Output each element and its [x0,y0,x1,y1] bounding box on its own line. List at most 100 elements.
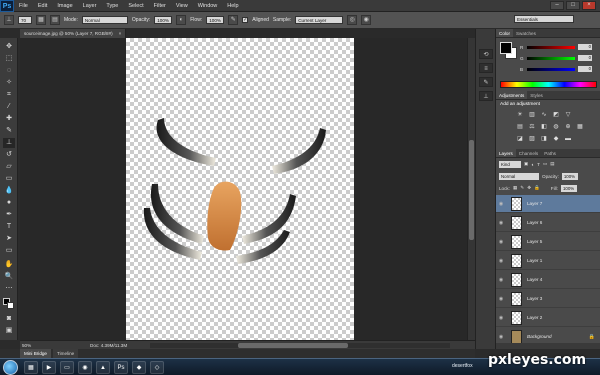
color-spectrum-bar[interactable] [500,81,597,88]
menu-select[interactable]: Select [123,0,148,12]
lock-transparent-icon[interactable]: ▦ [513,185,517,191]
vibrance-icon[interactable]: ▽ [564,111,572,119]
tab-swatches[interactable]: Swatches [513,29,539,37]
layer-filter-kind-select[interactable]: Kind [499,160,521,168]
marquee-tool-icon[interactable]: ⬚ [3,54,15,64]
zoom-level[interactable]: 50% [20,343,42,348]
tab-adjustments[interactable]: Adjustments [496,91,528,99]
visibility-eye-icon[interactable]: ◉ [496,315,506,321]
red-slider[interactable] [527,45,575,49]
visibility-eye-icon[interactable]: ◉ [496,239,506,245]
background-color-swatch[interactable] [7,302,14,309]
eyedropper-tool-icon[interactable]: ⁄ [3,102,15,112]
menu-window[interactable]: Window [193,0,223,12]
lock-position-icon[interactable]: ✥ [527,185,531,191]
layer-row-layer-6[interactable]: ◉ Layer 6 [496,214,600,232]
vertical-scrollbar[interactable] [467,38,475,344]
canvas-area[interactable] [20,38,467,344]
quick-selection-tool-icon[interactable]: ✧ [3,78,15,88]
eraser-tool-icon[interactable]: ▱ [3,162,15,172]
folder-taskbar-icon[interactable]: ▭ [60,361,74,374]
photo-filter-icon[interactable]: ◍ [552,123,560,131]
minimize-icon[interactable]: – [550,1,564,10]
layer-row-layer-7[interactable]: ◉ Layer 7 [496,195,600,213]
extra-tools-icon[interactable]: ⋯ [3,284,15,294]
flow-field[interactable]: 100% [206,16,225,24]
lock-all-icon[interactable]: 🔒 [534,185,540,191]
blend-mode-select[interactable]: Normal [499,172,539,180]
menu-view[interactable]: View [171,0,193,12]
tab-color[interactable]: Color [496,29,513,37]
visibility-eye-icon[interactable]: ◉ [496,296,506,302]
posterize-icon[interactable]: ▨ [528,135,536,143]
clone-source-panel-icon[interactable]: ▤ [50,15,60,25]
visibility-eye-icon[interactable]: ◉ [496,277,506,283]
filter-pixel-icon[interactable]: ▣ [524,161,528,167]
tab-layers[interactable]: Layers [496,149,516,157]
color-panel-foreground-swatch[interactable] [500,42,512,54]
pen-tool-icon[interactable]: ✒ [3,210,15,220]
black-white-icon[interactable]: ◧ [540,123,548,131]
filter-adjustment-icon[interactable]: ◐ [531,162,534,167]
horizontal-scroll-thumb[interactable] [238,343,348,348]
shape-tool-icon[interactable]: ▭ [3,246,15,256]
clone-stamp-tool-icon[interactable]: ⊥ [3,138,15,148]
green-value[interactable]: 0 [578,55,592,61]
levels-icon[interactable]: ▥ [528,111,536,119]
menu-help[interactable]: Help [222,0,243,12]
media-player-taskbar-icon[interactable]: ▶ [42,361,56,374]
blue-value[interactable]: 0 [578,66,592,72]
menu-layer[interactable]: Layer [78,0,102,12]
threshold-icon[interactable]: ◨ [540,135,548,143]
fill-field[interactable]: 100% [560,184,577,192]
vertical-scroll-thumb[interactable] [469,140,474,240]
curves-icon[interactable]: ∿ [540,111,548,119]
clone-source-panel-icon[interactable]: ⊥ [479,91,493,101]
history-brush-tool-icon[interactable]: ↺ [3,150,15,160]
tab-mini-bridge[interactable]: Mini Bridge [20,349,51,358]
clone-stamp-tool-preset-icon[interactable]: ⊥ [4,15,14,25]
color-balance-icon[interactable]: ⚖ [528,123,536,131]
layer-opacity-field[interactable]: 100% [561,172,578,180]
lock-image-icon[interactable]: ✎ [520,185,524,191]
zoom-tool-icon[interactable]: 🔍 [3,272,15,282]
visibility-eye-icon[interactable]: ◉ [496,258,506,264]
ignore-adjustment-layers-icon[interactable]: ◎ [347,15,358,25]
mode-select[interactable]: Normal [81,16,128,24]
gradient-map-icon[interactable]: ▬ [564,135,572,143]
blue-slider[interactable] [527,67,575,71]
layer-row-layer-2[interactable]: ◉ Layer 2 [496,309,600,327]
close-tab-icon[interactable]: × [119,29,122,38]
layer-row-layer-4[interactable]: ◉ Layer 4 [496,271,600,289]
pressure-size-icon[interactable]: ◉ [361,15,372,25]
tab-paths[interactable]: Paths [541,149,559,157]
hue-saturation-icon[interactable]: ▤ [516,123,524,131]
document-tab[interactable]: sourceimage.jpg @ 50% (Layer 7, RGB/8#) … [20,29,127,38]
menu-edit[interactable]: Edit [33,0,52,12]
quick-mask-icon[interactable]: ◙ [3,314,15,324]
invert-icon[interactable]: ◪ [516,135,524,143]
brush-panel-toggle-icon[interactable]: ▦ [36,15,46,25]
document-size[interactable]: Doc: 4.39M/11.3M [90,343,127,348]
menu-filter[interactable]: Filter [149,0,171,12]
history-panel-icon[interactable]: ⟲ [479,49,493,59]
start-button-icon[interactable] [3,360,18,375]
green-slider[interactable] [527,56,575,60]
dodge-tool-icon[interactable]: ● [3,198,15,208]
maximize-icon[interactable]: □ [566,1,580,10]
brush-presets-panel-icon[interactable]: ✎ [479,77,493,87]
airbrush-icon[interactable]: ✎ [228,15,239,25]
app2-taskbar-icon[interactable]: ◇ [150,361,164,374]
healing-brush-tool-icon[interactable]: ✚ [3,114,15,124]
filter-shape-icon[interactable]: ▭ [543,161,547,167]
blur-tool-icon[interactable]: 💧 [3,186,15,196]
red-value[interactable]: 0 [578,44,592,50]
filter-type-icon[interactable]: T [537,162,540,167]
document-canvas[interactable] [126,38,354,343]
horizontal-scrollbar[interactable] [150,343,450,348]
path-selection-tool-icon[interactable]: ➤ [3,234,15,244]
menu-file[interactable]: File [14,0,33,12]
visibility-eye-icon[interactable]: ◉ [496,334,506,340]
lasso-tool-icon[interactable]: ◌ [3,66,15,76]
layer-row-layer-3[interactable]: ◉ Layer 3 [496,290,600,308]
